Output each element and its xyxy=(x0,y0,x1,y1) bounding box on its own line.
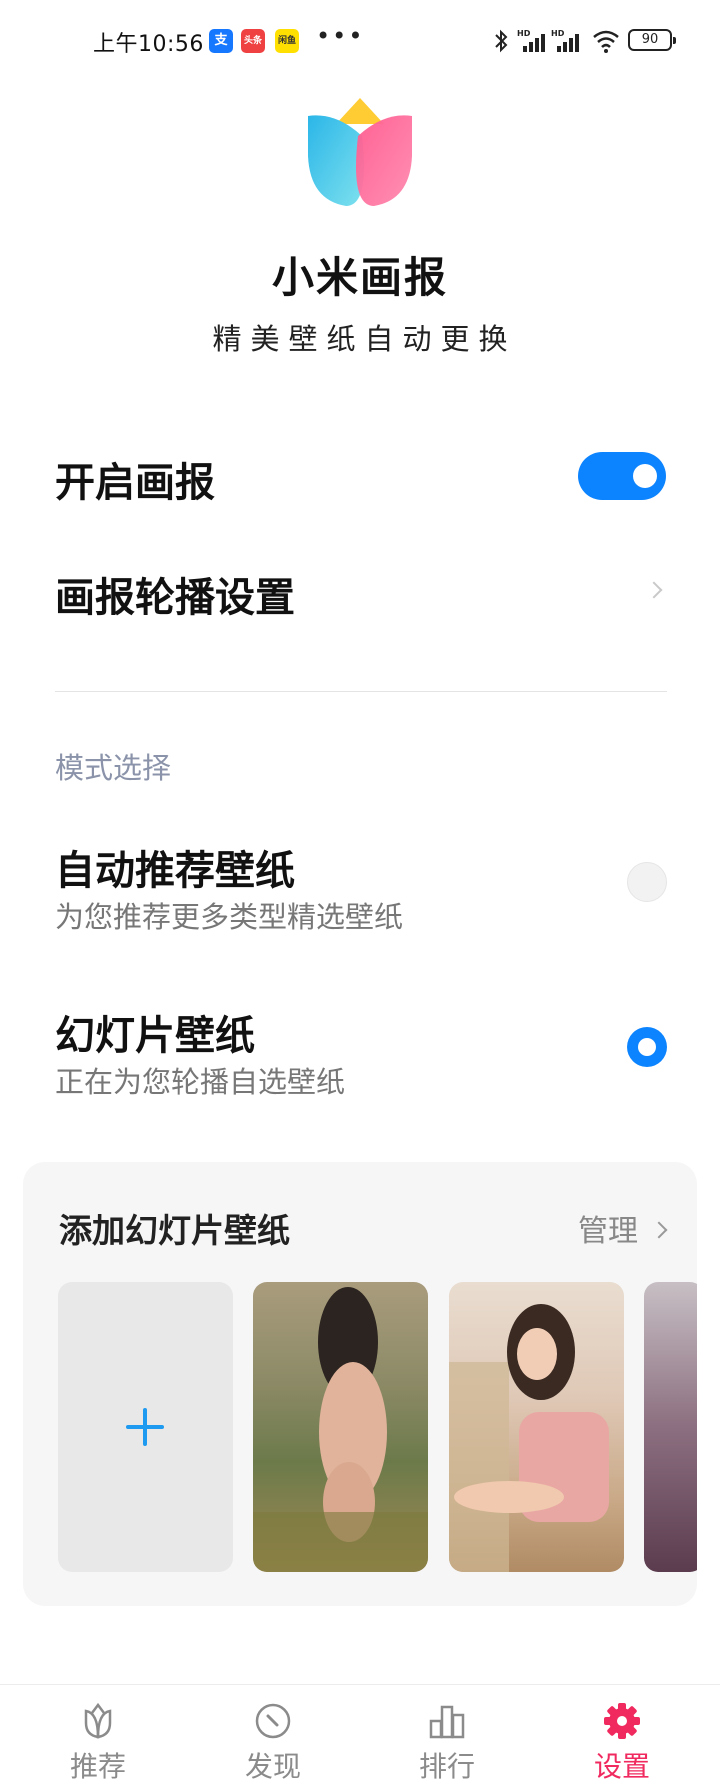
plus-icon xyxy=(143,1408,147,1446)
nav-discover[interactable]: 发现 xyxy=(183,1685,363,1791)
mode-option-title: 自动推荐壁纸 xyxy=(55,848,295,894)
gear-icon xyxy=(604,1703,640,1739)
svg-text:HD: HD xyxy=(517,29,531,38)
status-bar: 上午10:56 支 头条 闲鱼 ••• HD HD 90 xyxy=(0,0,720,84)
page-title: 小米画报 xyxy=(271,253,448,302)
battery-icon: 90 xyxy=(628,29,676,51)
nav-settings[interactable]: 设置 xyxy=(532,1685,712,1791)
wallpaper-thumbnail[interactable] xyxy=(644,1282,697,1572)
radio-auto-recommend[interactable] xyxy=(627,862,667,902)
nav-label: 发现 xyxy=(244,1750,301,1783)
carousel-settings-label: 画报轮播设置 xyxy=(55,575,295,621)
alipay-icon: 支 xyxy=(209,29,233,53)
toggle-knob xyxy=(633,464,657,488)
slideshow-card-title: 添加幻灯片壁纸 xyxy=(59,1211,290,1250)
mode-option-subtitle: 为您推荐更多类型精选壁纸 xyxy=(55,900,404,934)
nav-recommend[interactable]: 推荐 xyxy=(8,1685,188,1791)
chevron-right-icon xyxy=(650,1221,668,1239)
mode-section-label: 模式选择 xyxy=(55,751,172,785)
bluetooth-icon xyxy=(495,29,508,53)
wallpaper-thumbnail[interactable] xyxy=(449,1282,624,1572)
add-wallpaper-button[interactable] xyxy=(58,1282,233,1572)
nav-ranking[interactable]: 排行 xyxy=(357,1685,537,1791)
svg-text:HD: HD xyxy=(551,29,565,38)
status-time: 上午10:56 xyxy=(93,32,204,57)
wifi-icon xyxy=(593,30,619,53)
wallpaper-image xyxy=(253,1287,428,1572)
divider xyxy=(55,691,667,692)
chevron-right-icon xyxy=(645,581,663,599)
mi-wallpaper-logo xyxy=(308,98,412,206)
more-notifications-icon: ••• xyxy=(316,22,365,50)
nav-label: 设置 xyxy=(593,1750,650,1783)
manage-button[interactable]: 管理 xyxy=(578,1206,638,1250)
slideshow-card: 添加幻灯片壁纸 管理 xyxy=(23,1162,697,1606)
wallpaper-thumbnail[interactable] xyxy=(253,1282,428,1572)
nav-label: 推荐 xyxy=(69,1750,126,1783)
compass-icon xyxy=(255,1703,291,1739)
mode-option-subtitle: 正在为您轮播自选壁纸 xyxy=(55,1065,346,1099)
enable-wallpaper-toggle[interactable] xyxy=(578,452,666,500)
signal-hd-icon: HD xyxy=(551,29,579,52)
mode-option-title: 幻灯片壁纸 xyxy=(55,1013,255,1059)
wallpaper-image xyxy=(449,1304,609,1572)
tulip-icon xyxy=(84,1702,112,1739)
nav-label: 排行 xyxy=(418,1750,475,1783)
radio-slideshow[interactable] xyxy=(627,1027,667,1067)
bar-chart-icon xyxy=(429,1705,465,1739)
xianyu-icon: 闲鱼 xyxy=(275,29,299,53)
toutiao-icon: 头条 xyxy=(241,29,265,53)
signal-hd-icon: HD xyxy=(517,29,545,52)
enable-wallpaper-label: 开启画报 xyxy=(55,460,215,506)
bottom-nav: 推荐 发现 排行 设置 xyxy=(0,1684,720,1791)
page-subtitle: 精美壁纸自动更换 xyxy=(212,322,517,356)
